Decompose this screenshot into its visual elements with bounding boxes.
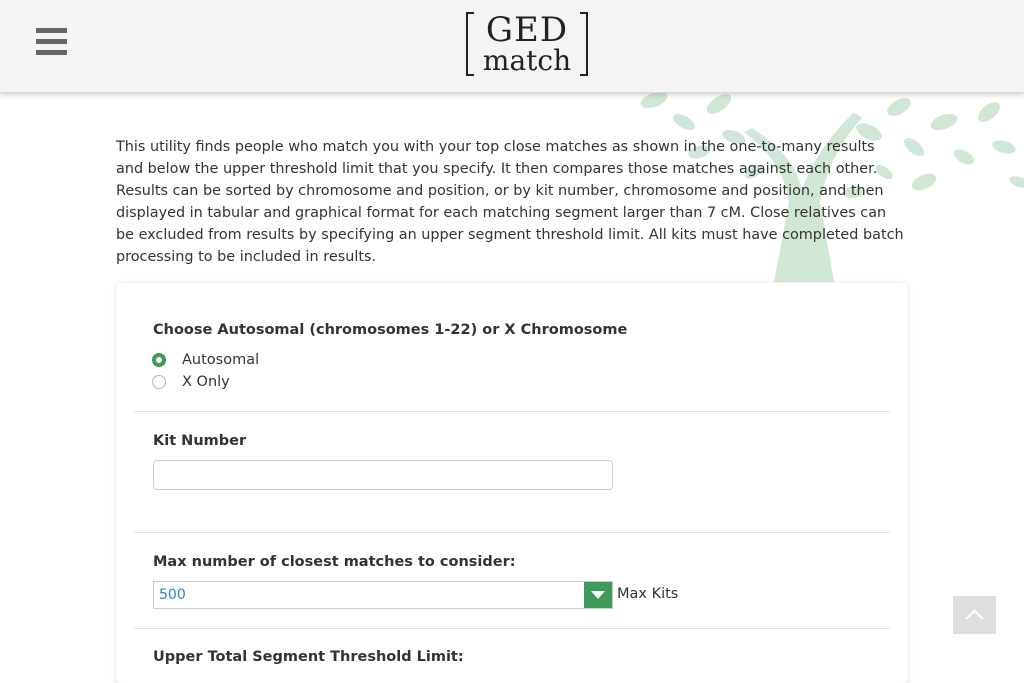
- kit-number-label: Kit Number: [153, 433, 247, 449]
- form-card: Choose Autosomal (chromosomes 1-22) or X…: [116, 283, 908, 683]
- max-matches-select[interactable]: 500: [153, 581, 613, 609]
- max-kits-suffix: Max Kits: [617, 586, 679, 602]
- radio-autosomal-label: Autosomal: [182, 352, 260, 368]
- intro-description: This utility finds people who match you …: [116, 139, 904, 265]
- section-divider: [134, 411, 890, 412]
- radio-autosomal[interactable]: Autosomal: [152, 350, 259, 370]
- logo-text-match: match: [482, 44, 572, 77]
- chromosome-choice-label: Choose Autosomal (chromosomes 1-22) or X…: [153, 322, 628, 338]
- hamburger-menu-icon[interactable]: [36, 28, 67, 56]
- section-divider: [134, 532, 890, 533]
- radio-x-only-control[interactable]: [152, 375, 166, 389]
- kit-number-input[interactable]: [153, 460, 613, 490]
- radio-x-only-label: X Only: [182, 374, 230, 390]
- radio-x-only[interactable]: X Only: [152, 372, 230, 392]
- site-header: GED match: [0, 0, 1024, 93]
- gedmatch-logo[interactable]: GED match: [464, 10, 590, 80]
- radio-autosomal-control[interactable]: [152, 353, 166, 367]
- scroll-to-top-button[interactable]: [953, 596, 996, 634]
- max-matches-selected-value: 500: [159, 587, 186, 603]
- threshold-limit-label: Upper Total Segment Threshold Limit:: [153, 649, 464, 665]
- max-matches-label: Max number of closest matches to conside…: [153, 554, 516, 570]
- section-divider: [134, 628, 890, 629]
- chevron-down-icon[interactable]: [584, 582, 612, 608]
